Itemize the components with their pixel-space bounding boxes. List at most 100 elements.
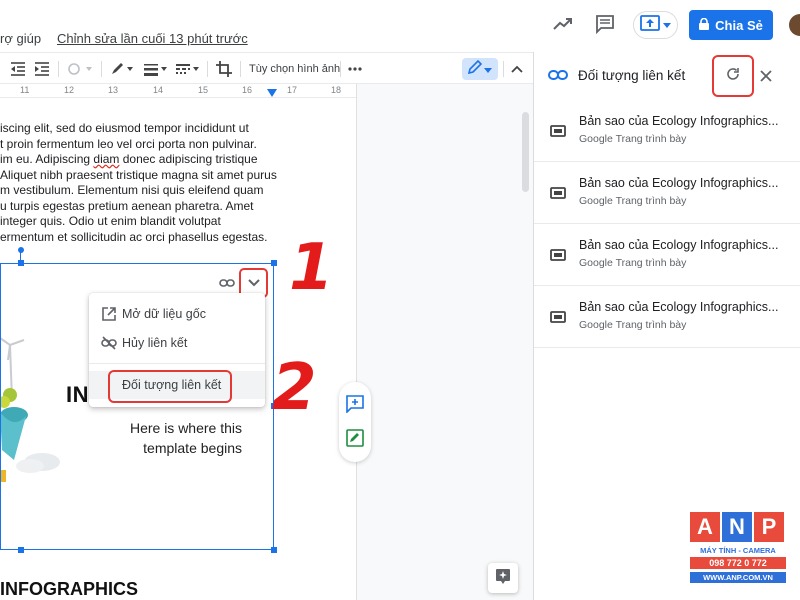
linked-object-item[interactable]: Bản sao của Ecology Infographics... Goog… (534, 286, 800, 348)
linked-object-type: Google Trang trình bày (579, 195, 687, 207)
chevron-down-icon (484, 60, 492, 78)
share-label: Chia Sẻ (715, 17, 763, 33)
slides-icon (550, 249, 566, 261)
border-dash-icon[interactable] (175, 60, 201, 78)
text-line: m vestibulum. Elementum nisi quis eleife… (0, 183, 264, 197)
text-line: Aliquet nibh praesent tristique magna si… (0, 167, 277, 182)
border-weight-icon[interactable] (143, 60, 169, 78)
ruler-label: 16 (242, 85, 253, 95)
document-body[interactable]: iscing elit, sed do eiusmod tempor incid… (0, 121, 300, 245)
last-edit-link[interactable]: Chỉnh sửa lần cuối 13 phút trước (57, 31, 248, 46)
ruler-label: 12 (64, 85, 75, 95)
slides-icon (550, 311, 566, 323)
linked-object-type: Google Trang trình bày (579, 133, 687, 145)
collapse-icon[interactable] (511, 60, 523, 78)
close-icon[interactable] (756, 66, 776, 86)
panel-header: Đối tượng liên kết (534, 52, 800, 100)
toolbar-divider (503, 61, 504, 77)
avatar[interactable] (789, 14, 800, 36)
panel-title: Đối tượng liên kết (578, 68, 686, 83)
indent-increase-icon[interactable] (34, 60, 50, 78)
ruler-label: 15 (198, 85, 209, 95)
link-icon[interactable] (218, 275, 236, 291)
chevron-down-icon (247, 274, 260, 292)
indent-decrease-icon[interactable] (10, 60, 26, 78)
top-header: rợ giúp Chỉnh sửa lần cuối 13 phút trước… (0, 0, 800, 52)
linked-object-name: Bản sao của Ecology Infographics... (579, 176, 779, 190)
linked-object-name: Bản sao của Ecology Infographics... (579, 114, 779, 128)
ruler-label: 13 (108, 85, 119, 95)
pen-color-icon[interactable] (110, 60, 136, 78)
text-line: integer quis. Odio ut enim blandit volut… (0, 214, 221, 228)
ruler-label: 11 (20, 85, 30, 95)
linked-object-item[interactable]: Bản sao của Ecology Infographics... Goog… (534, 224, 800, 286)
floating-action-bar (339, 382, 371, 462)
editing-toolbar: Tùy chọn hình ảnh (0, 52, 533, 84)
watermark-website: WWW.ANP.COM.VN (690, 572, 786, 583)
horizontal-ruler[interactable]: 11 12 13 14 15 16 17 18 (0, 84, 356, 98)
comment-icon[interactable] (593, 12, 617, 36)
edit-mode-button[interactable] (462, 58, 498, 80)
resize-handle[interactable] (18, 260, 24, 266)
menu-item-open-source[interactable]: Mở dữ liệu gốc (89, 300, 265, 328)
text-line: u turpis egestas pretium aenean pharetra… (0, 198, 254, 213)
help-menu[interactable]: rợ giúp (0, 31, 41, 46)
annotation-highlight-box (108, 370, 232, 403)
toolbar-divider (240, 61, 241, 77)
share-button[interactable]: Chia Sẻ (689, 10, 773, 40)
resize-handle[interactable] (271, 260, 277, 266)
more-icon[interactable] (348, 60, 362, 78)
activity-trend-icon[interactable] (551, 12, 575, 36)
watermark-letter: N (722, 512, 752, 542)
refresh-button[interactable] (712, 55, 754, 97)
watermark-phone: 098 772 0 772 (690, 557, 786, 569)
ruler-label: 14 (153, 85, 164, 95)
present-upload-icon (640, 14, 660, 36)
explore-button[interactable] (488, 563, 518, 593)
image-options-button[interactable]: Tùy chọn hình ảnh (249, 60, 340, 78)
edit-mode-pen-icon (467, 59, 483, 79)
linked-object-item[interactable]: Bản sao của Ecology Infographics... Goog… (534, 162, 800, 224)
link-icon (548, 68, 568, 86)
text-line: t proin fermentum leo vel orci porta non… (0, 136, 257, 151)
add-comment-icon[interactable] (346, 395, 364, 413)
watermark-tagline: MÁY TÍNH - CAMERA (700, 546, 776, 555)
toolbar-divider (101, 61, 102, 77)
document-heading: INFOGRAPHICS (0, 579, 139, 599)
document-scrollbar[interactable] (522, 112, 529, 192)
watermark-letter: P (754, 512, 784, 542)
resize-handle[interactable] (271, 547, 277, 553)
menu-divider (89, 363, 265, 364)
suggest-edit-icon[interactable] (346, 429, 364, 447)
open-external-icon (101, 306, 117, 322)
present-button[interactable] (633, 11, 678, 39)
step-annotation-2: 2 (272, 351, 317, 425)
spellcheck-word[interactable]: diam (93, 152, 119, 166)
menu-item-unlink[interactable]: Hủy liên kết (89, 329, 265, 357)
linked-object-item[interactable]: Bản sao của Ecology Infographics... Goog… (534, 100, 800, 162)
watermark-letter: A (690, 512, 720, 542)
rotate-handle[interactable] (18, 247, 24, 253)
refresh-icon (726, 67, 740, 86)
linked-object-name: Bản sao của Ecology Infographics... (579, 300, 779, 314)
right-indent-marker-icon[interactable] (267, 89, 277, 97)
slides-icon (550, 125, 566, 137)
clear-format-icon[interactable] (67, 60, 93, 78)
crop-icon[interactable] (216, 60, 232, 78)
chevron-down-icon (663, 16, 671, 34)
explore-sparkle-icon (495, 568, 511, 589)
text-line: im eu. Adipiscing diam donec adipiscing … (0, 152, 258, 166)
document-margin-area (356, 84, 533, 600)
slides-icon (550, 187, 566, 199)
text-line: iscing elit, sed do eiusmod tempor incid… (0, 121, 249, 135)
toolbar-divider (58, 61, 59, 77)
image-options-label: Tùy chọn hình ảnh (249, 63, 341, 75)
text-line: ermentum et sollicitudin ac orci phasell… (0, 229, 268, 244)
toolbar-divider (207, 61, 208, 77)
ruler-label: 17 (287, 85, 298, 95)
linked-object-name: Bản sao của Ecology Infographics... (579, 238, 779, 252)
ruler-label: 18 (331, 85, 342, 95)
resize-handle[interactable] (18, 547, 24, 553)
step-annotation-1: 1 (289, 231, 334, 305)
linked-object-type: Google Trang trình bày (579, 257, 687, 269)
